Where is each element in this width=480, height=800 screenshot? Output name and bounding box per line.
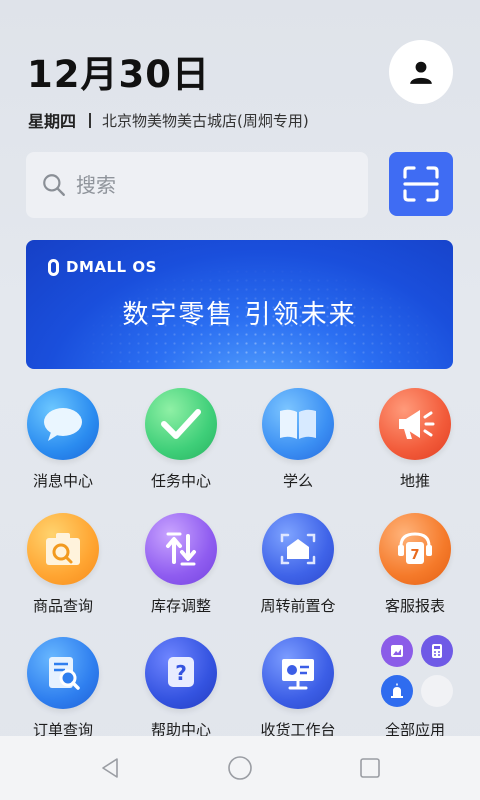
dmall-logo-icon <box>48 258 59 276</box>
recent-square-icon[interactable] <box>356 754 384 782</box>
app-message-center[interactable]: 消息中心 <box>5 388 121 491</box>
app-task-center[interactable]: 任务中心 <box>123 388 239 491</box>
app-label: 商品查询 <box>32 597 93 615</box>
app-turnover-warehouse[interactable]: 周转前置仓 <box>240 513 356 616</box>
scan-button[interactable] <box>389 152 453 216</box>
system-navbar <box>0 736 480 800</box>
date-title: 12月30日 <box>27 53 210 96</box>
app-help-center[interactable]: ? 帮助中心 <box>123 637 239 740</box>
home-circle-icon[interactable] <box>226 754 254 782</box>
megaphone-icon <box>379 388 451 460</box>
calendar-report-icon: 7 <box>379 513 451 585</box>
app-inventory-adjust[interactable]: 库存调整 <box>123 513 239 616</box>
book-icon <box>262 388 334 460</box>
logo-text: DMALL OS <box>66 258 157 276</box>
scan-icon <box>403 166 439 202</box>
all-apps-icon <box>379 635 453 709</box>
mini-calculator-icon <box>421 635 453 667</box>
presentation-board-icon <box>262 637 334 709</box>
mini-empty-slot <box>421 675 453 707</box>
app-label: 客服报表 <box>384 597 445 615</box>
app-order-search[interactable]: 订单查询 <box>5 637 121 740</box>
app-receiving-workbench[interactable]: 收货工作台 <box>240 637 356 740</box>
app-label: 学么 <box>282 472 313 490</box>
order-search-icon <box>27 637 99 709</box>
app-ground-push[interactable]: 地推 <box>357 388 473 491</box>
person-icon <box>410 61 432 84</box>
app-label: 周转前置仓 <box>260 597 336 615</box>
app-label: 地推 <box>399 472 430 490</box>
app-label: 消息中心 <box>32 472 93 490</box>
search-bar[interactable] <box>26 152 368 218</box>
dmall-logo: DMALL OS <box>48 258 157 276</box>
app-product-search[interactable]: 商品查询 <box>5 513 121 616</box>
help-icon: ? <box>145 637 217 709</box>
message-bubble-icon <box>27 388 99 460</box>
search-icon <box>40 171 68 199</box>
app-label: 库存调整 <box>150 597 211 615</box>
store-info: 星期四 北京物美物美古城店(周炯专用) <box>28 108 309 132</box>
mini-alarm-icon <box>381 675 413 707</box>
app-xueme[interactable]: 学么 <box>240 388 356 491</box>
inventory-arrows-icon <box>145 513 217 585</box>
app-service-report[interactable]: 7 客服报表 <box>357 513 473 616</box>
mini-image-icon <box>381 635 413 667</box>
svg-text:?: ? <box>175 661 187 685</box>
store-name[interactable]: 北京物美物美古城店(周炯专用) <box>102 110 309 131</box>
svg-text:7: 7 <box>410 548 419 563</box>
app-label: 任务中心 <box>150 472 211 490</box>
promo-banner[interactable]: DMALL OS 数字零售 引领未来 <box>26 240 453 369</box>
warehouse-icon <box>262 513 334 585</box>
weekday-label: 星期四 <box>28 112 77 131</box>
search-input[interactable] <box>76 173 336 197</box>
back-triangle-icon[interactable] <box>96 754 124 782</box>
app-all-apps[interactable]: 全部应用 <box>357 635 473 740</box>
checkmark-icon <box>145 388 217 460</box>
divider <box>89 112 92 128</box>
profile-button[interactable] <box>389 40 453 104</box>
product-search-icon <box>27 513 99 585</box>
banner-slogan: 数字零售 引领未来 <box>122 300 357 330</box>
home-screen: 12月30日 星期四 北京物美物美古城店(周炯专用) 搜索 DMALL OS 数… <box>0 0 480 800</box>
